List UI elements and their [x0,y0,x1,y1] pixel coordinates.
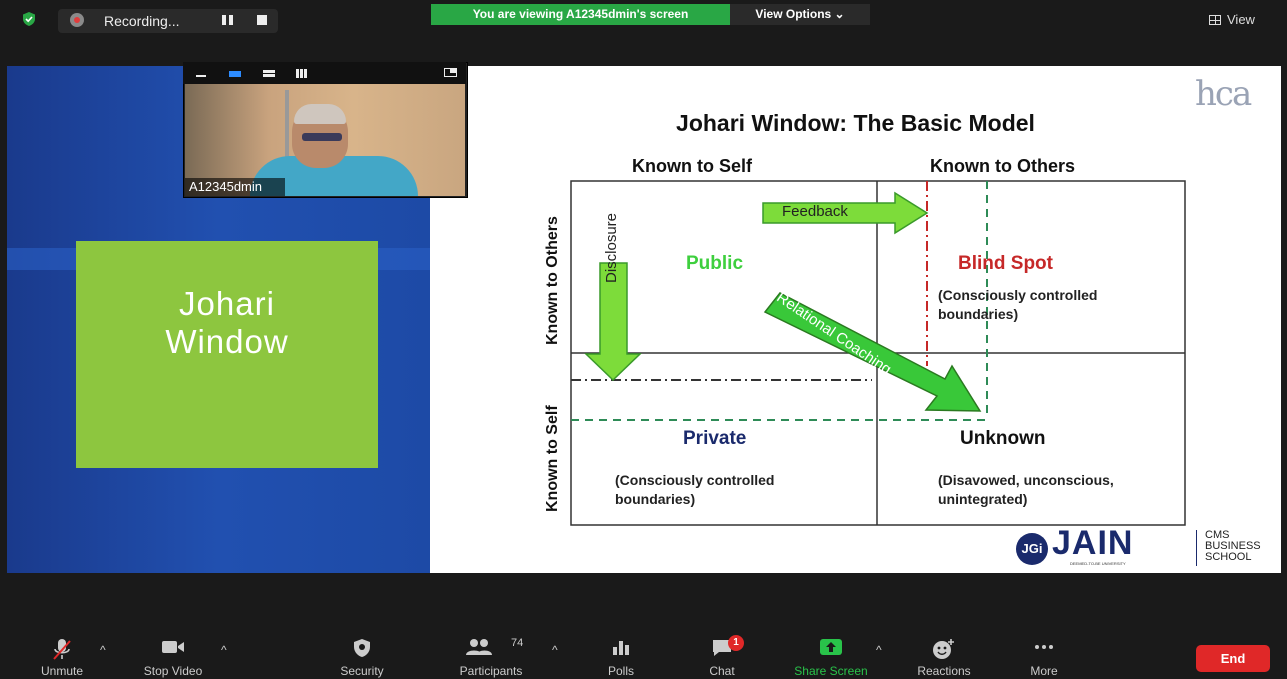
jgi-logo: JGi [1016,533,1048,565]
security-button[interactable]: Security [330,636,394,678]
end-meeting-button[interactable]: End [1196,645,1270,672]
stop-video-button[interactable]: Stop Video [138,636,208,678]
participant-glasses [302,133,342,141]
reactions-button[interactable]: Reactions [908,636,980,678]
cms-business-school-logo: CMS BUSINESS SCHOOL [1205,529,1261,563]
minimize-video-icon[interactable] [196,75,206,77]
quadrant-blind-spot-subtitle: (Consciously controlled boundaries) [938,287,1098,322]
participant-hair [294,104,346,124]
participants-label: Participants [459,664,523,678]
polls-icon [613,641,629,655]
quadrant-unknown-title: Unknown [960,428,1046,449]
polls-label: Polls [607,664,634,678]
share-screen-icon [820,639,842,655]
quadrant-private-title: Private [683,428,747,449]
background-lamp [285,90,289,160]
share-screen-label: Share Screen [794,664,868,678]
active-speaker-view-icon[interactable] [229,71,241,77]
more-label: More [1030,664,1058,678]
recording-icon [70,13,84,27]
chat-label: Chat [709,664,735,678]
logo-divider [1196,530,1197,566]
stop-video-label: Stop Video [143,664,203,678]
exit-floating-video-icon[interactable] [444,68,457,77]
jain-logo: JAIN [1052,524,1134,562]
stop-recording-button[interactable] [257,15,267,25]
row-header-known-others: Known to Others [544,216,561,345]
view-options-button[interactable]: View Options ⌄ [730,4,870,25]
view-button[interactable]: View [1209,10,1255,30]
muted-microphone-icon [53,639,71,660]
reactions-label: Reactions [917,664,971,678]
unmute-button[interactable]: Unmute [30,636,94,678]
chat-unread-badge: 1 [728,635,744,651]
video-options-chevron-icon[interactable]: ^ [221,643,227,657]
jain-logo-subtitle: DEEMED-TO-BE UNIVERSITY [1070,561,1126,566]
audio-options-chevron-icon[interactable]: ^ [100,643,106,657]
pause-recording-button[interactable] [222,15,234,25]
viewing-screen-banner: You are viewing A12345dmin's screen [431,4,730,25]
video-tile-toolbar [183,62,466,84]
security-label: Security [340,664,384,678]
gallery-icon [1209,15,1221,25]
gallery-view-icon[interactable] [296,69,307,78]
participants-count: 74 [511,637,524,649]
quadrant-blind-spot-title: Blind Spot [958,253,1053,274]
row-header-known-self: Known to Self [544,405,561,512]
stacked-view-icon[interactable] [263,70,275,77]
quadrant-public-title: Public [686,253,744,274]
polls-button[interactable]: Polls [592,636,650,678]
share-options-chevron-icon[interactable]: ^ [876,643,882,657]
quadrant-private-subtitle: (Consciously controlled boundaries) [615,472,775,507]
recording-label: Recording... [104,13,180,29]
slide-title-box-text: Johari Window [165,285,289,360]
security-shield-icon [354,639,370,657]
quadrant-unknown-subtitle: (Disavowed, unconscious, unintegrated) [938,472,1114,507]
share-screen-button[interactable]: Share Screen [786,636,876,678]
disclosure-label: Disclosure [603,212,620,283]
participants-options-chevron-icon[interactable]: ^ [552,643,558,657]
reactions-smiley-icon [933,639,954,659]
more-ellipsis-icon [1035,645,1053,649]
participant-name: A12345dmin [185,178,285,196]
feedback-label: Feedback [782,203,848,220]
view-label: View [1227,12,1255,27]
shield-icon[interactable] [22,12,36,26]
participants-icon [466,639,492,655]
video-camera-icon [162,641,184,653]
unmute-label: Unmute [40,664,84,678]
participants-button[interactable]: 74 Participants [448,636,534,678]
more-button[interactable]: More [1016,636,1072,678]
